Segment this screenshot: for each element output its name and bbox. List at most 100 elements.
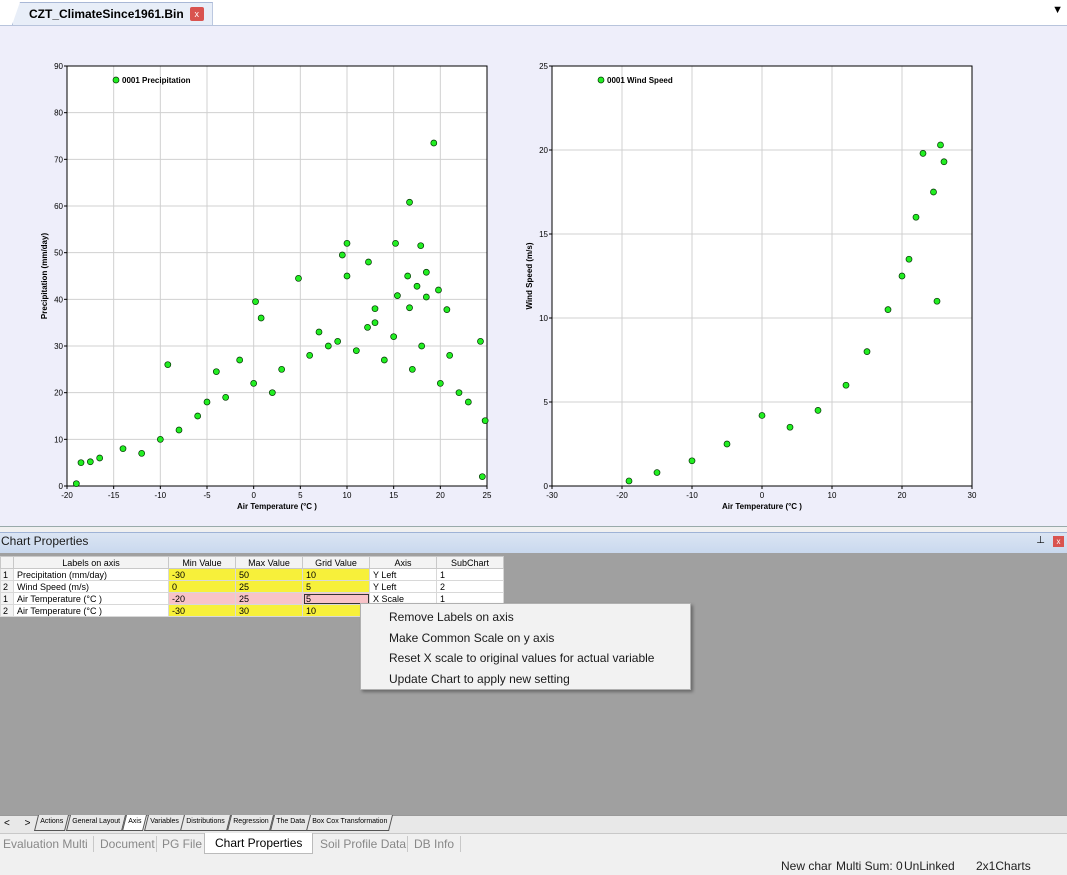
subchart-cell[interactable]: 2 <box>436 580 504 593</box>
max-cell[interactable]: 25 <box>235 580 303 593</box>
tab-pg-file[interactable]: PG File <box>162 837 202 851</box>
y-tick-label: 50 <box>54 249 63 258</box>
grid-cell[interactable]: 5 <box>302 580 370 593</box>
data-point <box>443 306 451 313</box>
sheet-nav-arrows[interactable]: < > <box>4 818 36 829</box>
label-cell[interactable]: Air Temperature (°C ) <box>13 604 169 617</box>
y-tick-label: 80 <box>54 109 63 118</box>
axis-cell[interactable]: Y Left <box>369 580 437 593</box>
data-point <box>390 333 398 341</box>
data-point <box>343 239 351 247</box>
label-cell[interactable]: Wind Speed (m/s) <box>13 580 169 593</box>
max-cell[interactable]: 30 <box>235 604 303 617</box>
data-point <box>940 158 948 166</box>
context-menu: Remove Labels on axis Make Common Scale … <box>360 603 691 690</box>
y-tick-label: 25 <box>539 62 548 71</box>
max-cell[interactable]: 25 <box>235 592 303 605</box>
sheet-tab-label: General Layout <box>72 818 121 825</box>
y-tick-label: 30 <box>54 342 63 351</box>
panel-title-bar <box>0 532 1067 553</box>
menu-item-reset-x-scale[interactable]: Reset X scale to original values for act… <box>389 651 654 665</box>
data-point <box>625 477 633 485</box>
menu-item-remove-labels[interactable]: Remove Labels on axis <box>389 610 514 624</box>
menu-item-common-scale[interactable]: Make Common Scale on y axis <box>389 631 554 645</box>
grid-cell[interactable]: 10 <box>302 568 370 581</box>
data-point <box>252 298 259 306</box>
data-point <box>278 365 286 373</box>
sheet-tab-distributions[interactable]: Distributions <box>180 815 231 831</box>
sheet-tab-variables[interactable]: Variables <box>144 815 185 831</box>
label-cell[interactable]: Precipitation (mm/day) <box>13 568 169 581</box>
data-point <box>72 480 80 488</box>
x-tick-label: 10 <box>828 491 837 500</box>
row-number: 1 <box>0 592 14 605</box>
y-tick-label: 10 <box>539 314 548 323</box>
sheet-tab-label: Variables <box>150 818 179 825</box>
axis-cell[interactable]: Y Left <box>369 568 437 581</box>
close-icon[interactable]: x <box>189 7 204 21</box>
data-point <box>222 393 230 401</box>
x-tick-label: 25 <box>483 491 492 500</box>
data-point <box>406 198 413 206</box>
x-tick-label: 0 <box>760 491 765 500</box>
data-point <box>478 473 486 481</box>
document-tab[interactable]: CZT_ClimateSince1961.Bin x <box>12 2 213 25</box>
tab-evaluation-multi[interactable]: Evaluation Multi <box>3 837 88 851</box>
data-point <box>919 150 927 157</box>
subchart-cell[interactable]: 1 <box>436 568 504 581</box>
data-point <box>786 423 794 431</box>
sheet-tab-general-layout[interactable]: General Layout <box>66 815 126 831</box>
status-chart: New char <box>781 859 832 873</box>
column-header[interactable]: Min Value <box>168 556 236 569</box>
sheet-tab-the-data[interactable]: The Data <box>270 815 311 831</box>
label-cell[interactable]: Air Temperature (°C ) <box>13 592 169 605</box>
tab-db-info[interactable]: DB Info <box>414 837 454 851</box>
close-icon[interactable]: x <box>1053 536 1064 547</box>
min-cell[interactable]: -30 <box>168 604 236 617</box>
document-tab-label: CZT_ClimateSince1961.Bin <box>29 7 184 21</box>
sheet-tab-label: The Data <box>276 818 306 825</box>
x-tick-label: 20 <box>898 491 907 500</box>
sheet-tab-regression[interactable]: Regression <box>227 815 275 831</box>
sheet-tab-actions[interactable]: Actions <box>34 815 69 831</box>
column-header[interactable]: SubChart <box>436 556 504 569</box>
max-cell[interactable]: 50 <box>235 568 303 581</box>
legend-label: 0001 Precipitation <box>122 76 191 85</box>
data-point <box>933 297 941 305</box>
pin-icon[interactable]: ⊥ <box>1036 535 1045 546</box>
data-point <box>86 458 94 466</box>
data-point <box>343 272 351 280</box>
x-tick-label: -20 <box>616 491 628 500</box>
chart-area: -20 -15 -10 -5 0 5 10 15 20 25 0 10 20 30 40 50 60 70 80 90… <box>0 26 1067 527</box>
y-tick-label: 70 <box>54 155 63 164</box>
menu-item-update-chart[interactable]: Update Chart to apply new setting <box>389 672 570 686</box>
min-cell[interactable]: -20 <box>168 592 236 605</box>
y-tick-label: 20 <box>539 146 548 155</box>
tab-chart-properties[interactable]: Chart Properties <box>204 833 314 854</box>
data-point <box>250 379 258 387</box>
data-point <box>413 282 421 290</box>
charts-canvas: -20 -15 -10 -5 0 5 10 15 20 250102030405060708090… <box>40 62 977 511</box>
data-point <box>175 426 183 434</box>
data-point <box>371 319 379 327</box>
tab-document[interactable]: Document <box>100 837 155 851</box>
data-point <box>352 347 360 355</box>
column-header[interactable]: Axis <box>369 556 437 569</box>
x-tick-label: 30 <box>968 491 977 500</box>
y-axis-label: Wind Speed (m/s) <box>525 242 534 309</box>
data-point <box>937 141 944 149</box>
sheet-tab-box-cox[interactable]: Box Cox Transformation <box>306 815 394 831</box>
legend-label: 0001 Wind Speed <box>607 76 673 85</box>
tab-soil-profile-data[interactable]: Soil Profile Data <box>320 837 406 851</box>
min-cell[interactable]: -30 <box>168 568 236 581</box>
tab-list-dropdown-icon[interactable]: ▼ <box>1052 4 1063 16</box>
data-point <box>392 239 399 247</box>
data-point <box>394 292 401 299</box>
column-header[interactable]: Grid Value <box>302 556 370 569</box>
min-cell[interactable]: 0 <box>168 580 236 593</box>
column-header[interactable]: Labels on axis <box>13 556 169 569</box>
column-header[interactable]: Max Value <box>235 556 303 569</box>
table-row[interactable]: 2 Wind Speed (m/s) 0 25 5 Y Left 2 <box>0 580 504 593</box>
data-point <box>203 398 211 406</box>
table-row[interactable]: 1 Precipitation (mm/day) -30 50 10 Y Lef… <box>0 568 504 581</box>
